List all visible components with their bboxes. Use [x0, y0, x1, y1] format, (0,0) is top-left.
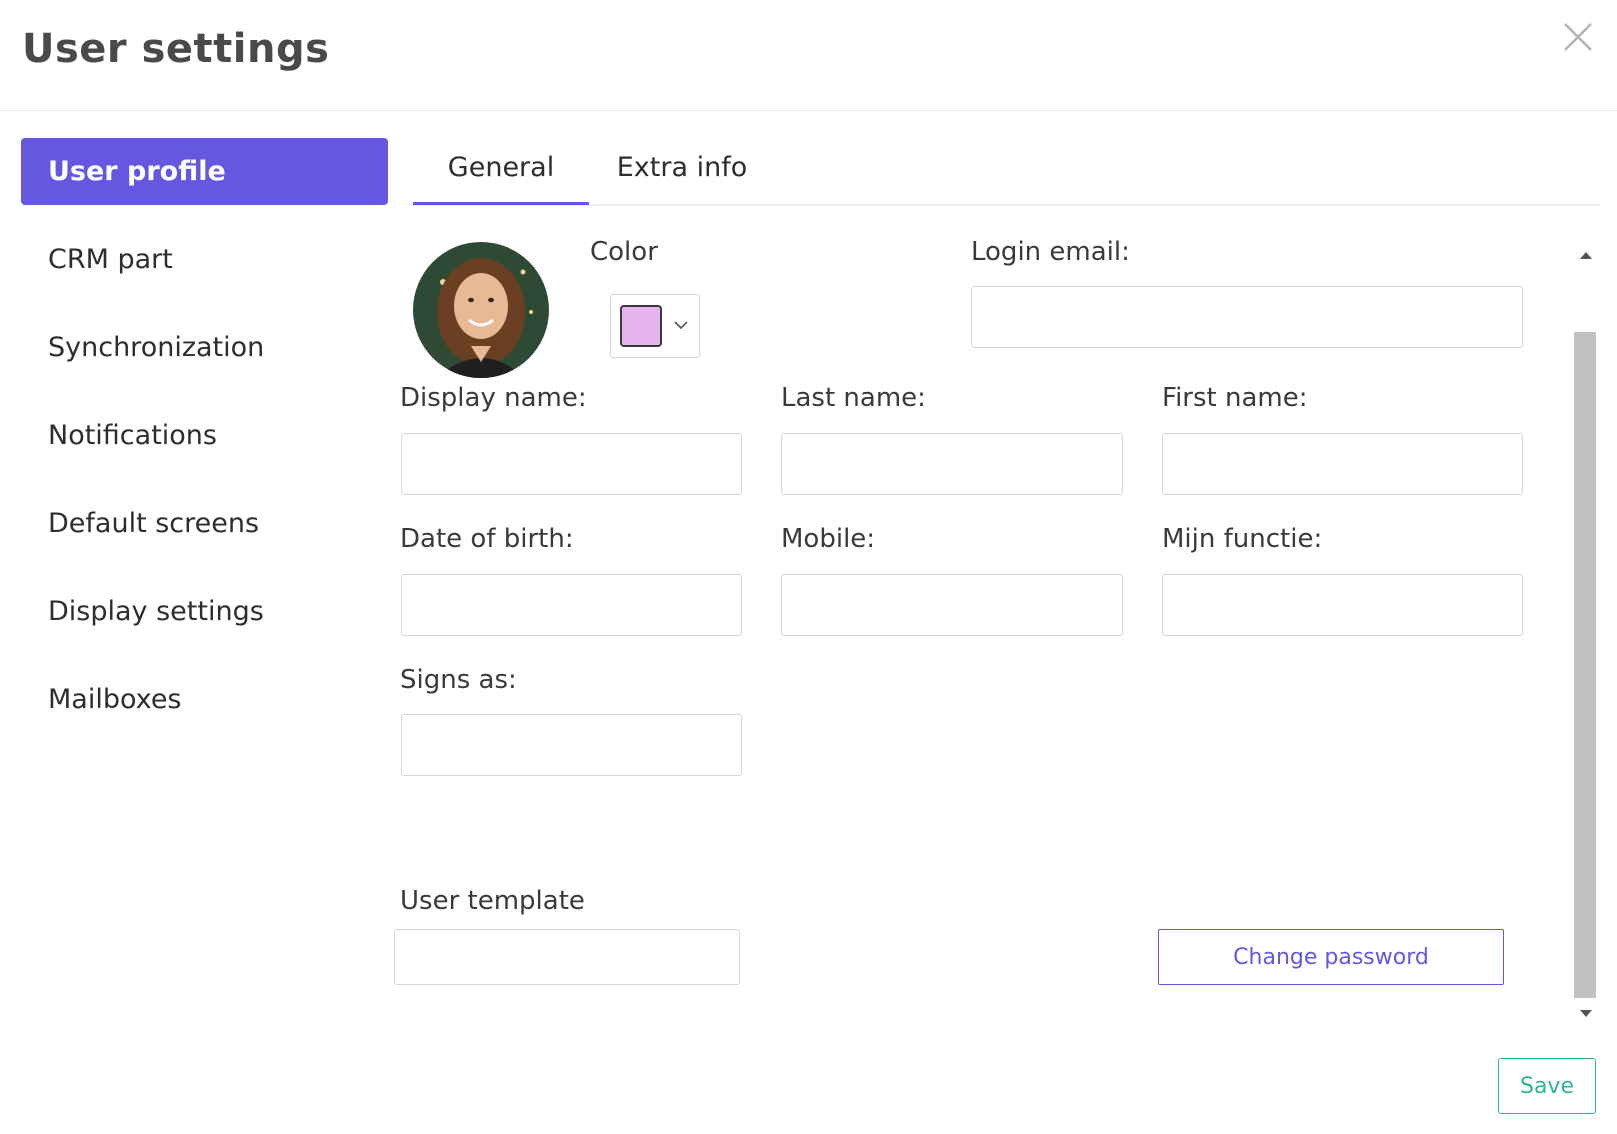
login-email-label: Login email: [971, 237, 1130, 267]
scroll-down-icon[interactable] [1580, 1010, 1592, 1017]
change-password-button[interactable]: Change password [1158, 929, 1504, 985]
last-name-field[interactable] [781, 433, 1123, 495]
user-template-field[interactable] [394, 929, 740, 985]
login-email-field[interactable] [971, 286, 1523, 348]
sidebar-item-synchronization[interactable]: Synchronization [21, 314, 388, 381]
sidebar-item-display-settings[interactable]: Display settings [21, 578, 388, 645]
settings-sidebar: User profile CRM part Synchronization No… [21, 138, 388, 754]
user-avatar-photo-icon [413, 242, 549, 378]
color-label: Color [590, 237, 658, 267]
chevron-down-icon [674, 321, 688, 330]
scroll-up-icon[interactable] [1580, 252, 1592, 259]
tab-extra-info[interactable]: Extra info [599, 138, 765, 202]
tab-general[interactable]: General [413, 138, 589, 205]
signs-as-field[interactable] [401, 714, 742, 776]
avatar[interactable] [413, 242, 549, 378]
sidebar-item-notifications[interactable]: Notifications [21, 402, 388, 469]
general-tab-content: Color Login email: Display name: Last na… [394, 237, 1573, 1030]
display-name-field[interactable] [401, 433, 742, 495]
dialog-title: User settings [22, 26, 330, 72]
display-name-label: Display name: [400, 383, 587, 413]
mobile-field[interactable] [781, 574, 1123, 636]
signs-as-label: Signs as: [400, 665, 517, 695]
save-button[interactable]: Save [1498, 1058, 1596, 1114]
scroll-thumb[interactable] [1574, 332, 1596, 998]
tab-bar: General Extra info [413, 138, 1600, 206]
content-scrollbar[interactable] [1572, 240, 1600, 1030]
dialog-header: User settings [0, 0, 1617, 111]
date-of-birth-label: Date of birth: [400, 524, 574, 554]
color-picker[interactable] [610, 294, 700, 358]
function-field[interactable] [1162, 574, 1523, 636]
close-icon[interactable] [1561, 20, 1595, 54]
user-settings-dialog: User settings User profile CRM part Sync… [0, 0, 1617, 1134]
user-template-label: User template [400, 886, 585, 916]
function-label: Mijn functie: [1162, 524, 1323, 554]
color-swatch [620, 305, 662, 347]
first-name-label: First name: [1162, 383, 1308, 413]
sidebar-item-default-screens[interactable]: Default screens [21, 490, 388, 557]
date-of-birth-field[interactable] [401, 574, 742, 636]
sidebar-item-crm-part[interactable]: CRM part [21, 226, 388, 293]
last-name-label: Last name: [781, 383, 926, 413]
sidebar-item-mailboxes[interactable]: Mailboxes [21, 666, 388, 733]
first-name-field[interactable] [1162, 433, 1523, 495]
sidebar-item-user-profile[interactable]: User profile [21, 138, 388, 205]
mobile-label: Mobile: [781, 524, 876, 554]
